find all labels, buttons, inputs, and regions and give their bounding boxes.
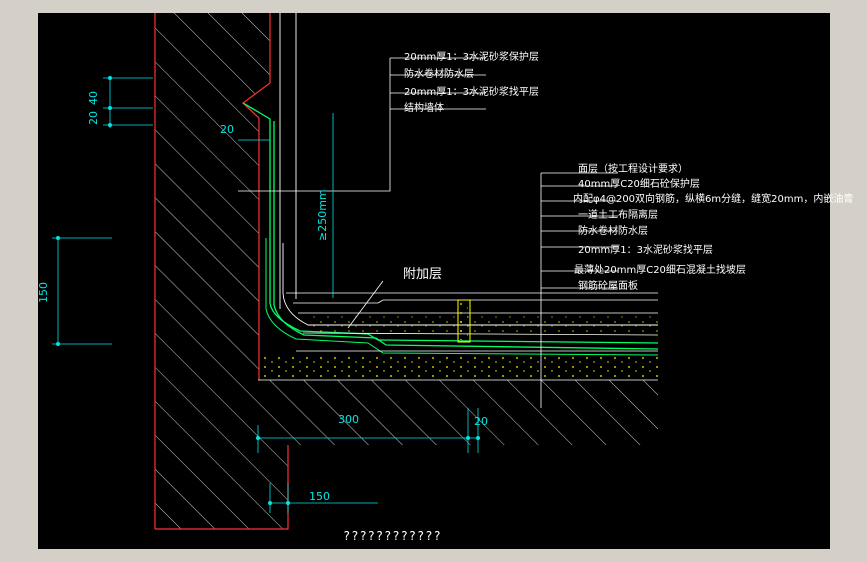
wall-label-structure: 结构墙体 [404,103,444,114]
floor-label-slab: 钢筋砼屋面板 [578,281,638,292]
floor-label-geotextile: 一道土工布隔离层 [578,210,658,221]
dim-20-top: 20 [87,111,100,125]
drawing-title: ???????????? [343,529,442,543]
floor-label-leveling: 20mm厚1：3水泥砂浆找平层 [578,245,713,256]
dim-150-bottom: 150 [309,490,330,503]
dim-40: 40 [87,91,100,105]
wall-label-membrane: 防水卷材防水层 [404,69,474,80]
dim-20-slab: 20 [474,415,488,428]
roof-slab [155,380,658,529]
waterproof-membrane [242,102,659,344]
dim-300: 300 [338,413,359,426]
floor-label-protection: 40mm厚C20细石砼保护层 [578,179,700,190]
dim-150-left: 150 [37,282,50,303]
floor-label-reinforcement: 内配φ4@200双向钢筋，纵横6m分缝，缝宽20mm，内嵌油膏 [573,194,854,205]
dim-20-wall: 20 [220,123,234,136]
aggregate-fill-upper [308,314,658,332]
wall-label-protection: 20mm厚1：3水泥砂浆保护层 [404,52,539,63]
structural-wall [155,13,270,380]
wall-label-leveling: 20mm厚1：3水泥砂浆找平层 [404,87,539,98]
joint-sealant [460,302,468,340]
floor-label-slope: 最薄处20mm厚C20细石混凝土找坡层 [574,265,746,276]
aggregate-fill [259,355,658,379]
dim-250: ≥250mm [316,189,329,241]
extra-layer-label: 附加层 [403,267,443,282]
drawing-frame: 20mm厚1：3水泥砂浆保护层 防水卷材防水层 20mm厚1：3水泥砂浆找平层 … [37,13,853,549]
floor-label-membrane: 防水卷材防水层 [578,226,648,237]
floor-label-surface: 面层（按工程设计要求） [578,164,688,175]
